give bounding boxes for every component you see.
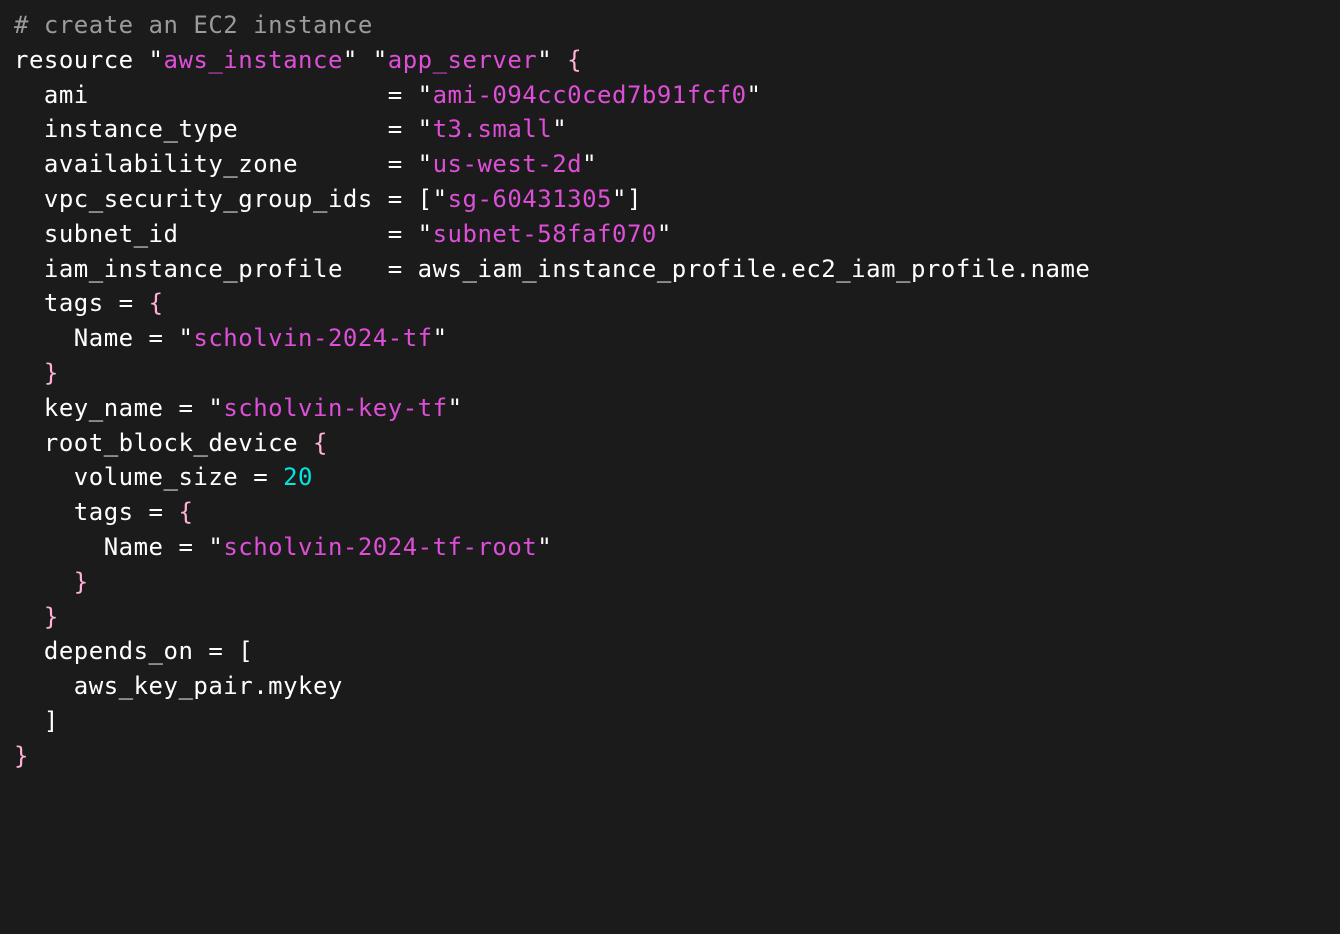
equals: = <box>388 220 403 248</box>
quote: " <box>373 46 388 74</box>
equals: = <box>178 394 193 422</box>
quote: " <box>612 185 627 213</box>
quote: " <box>208 394 223 422</box>
attr-sg: vpc_security_group_ids <box>44 185 373 213</box>
quote: " <box>537 46 552 74</box>
brace-open: { <box>567 46 582 74</box>
equals: = <box>178 533 193 561</box>
equals: = <box>119 289 134 317</box>
equals: = <box>388 150 403 178</box>
quote: " <box>448 394 463 422</box>
bracket-open: [ <box>238 637 253 665</box>
val-ami: ami-094cc0ced7b91fcf0 <box>433 81 747 109</box>
quote: " <box>418 150 433 178</box>
attr-az: availability_zone <box>44 150 298 178</box>
val-tag-name: scholvin-2024-tf <box>193 324 432 352</box>
attr-subnet: subnet_id <box>44 220 179 248</box>
quote: " <box>418 220 433 248</box>
bracket-open: [ <box>418 185 433 213</box>
equals: = <box>253 463 268 491</box>
val-depends-ref: aws_key_pair.mykey <box>74 672 343 700</box>
quote: " <box>747 81 762 109</box>
equals: = <box>149 498 164 526</box>
quote: " <box>208 533 223 561</box>
quote: " <box>178 324 193 352</box>
equals: = <box>388 255 403 283</box>
val-sg: sg-60431305 <box>448 185 612 213</box>
brace-close: } <box>74 568 89 596</box>
brace-open: { <box>313 429 328 457</box>
equals: = <box>388 185 403 213</box>
val-root-tag-name: scholvin-2024-tf-root <box>223 533 537 561</box>
resource-name: app_server <box>388 46 538 74</box>
attr-ami: ami <box>44 81 89 109</box>
bracket-close: ] <box>627 185 642 213</box>
quote: " <box>552 115 567 143</box>
quote: " <box>418 81 433 109</box>
comment: # create an EC2 instance <box>14 11 373 39</box>
resource-type: aws_instance <box>164 46 343 74</box>
quote: " <box>149 46 164 74</box>
brace-close: } <box>14 742 29 770</box>
quote: " <box>433 185 448 213</box>
attr-root-block: root_block_device <box>44 429 298 457</box>
brace-close: } <box>44 359 59 387</box>
brace-open: { <box>149 289 164 317</box>
equals: = <box>208 637 223 665</box>
keyword-resource: resource <box>14 46 134 74</box>
quote: " <box>657 220 672 248</box>
equals: = <box>149 324 164 352</box>
val-iam-ref: aws_iam_instance_profile.ec2_iam_profile… <box>418 255 1091 283</box>
val-instance-type: t3.small <box>433 115 553 143</box>
quote: " <box>343 46 358 74</box>
brace-open: { <box>178 498 193 526</box>
quote: " <box>433 324 448 352</box>
val-az: us-west-2d <box>433 150 583 178</box>
attr-tags: tags <box>44 289 104 317</box>
attr-depends-on: depends_on <box>44 637 194 665</box>
quote: " <box>582 150 597 178</box>
equals: = <box>388 81 403 109</box>
val-key-name: scholvin-key-tf <box>223 394 447 422</box>
attr-tags: tags <box>74 498 134 526</box>
quote: " <box>537 533 552 561</box>
quote: " <box>418 115 433 143</box>
val-volume-size: 20 <box>283 463 313 491</box>
brace-close: } <box>44 603 59 631</box>
attr-key-name: key_name <box>44 394 164 422</box>
val-subnet: subnet-58faf070 <box>433 220 657 248</box>
equals: = <box>388 115 403 143</box>
attr-name: Name <box>104 533 164 561</box>
attr-name: Name <box>74 324 134 352</box>
bracket-close: ] <box>44 707 59 735</box>
attr-iam: iam_instance_profile <box>44 255 343 283</box>
code-block: # create an EC2 instance resource "aws_i… <box>14 8 1326 774</box>
attr-instance-type: instance_type <box>44 115 238 143</box>
attr-volume-size: volume_size <box>74 463 238 491</box>
